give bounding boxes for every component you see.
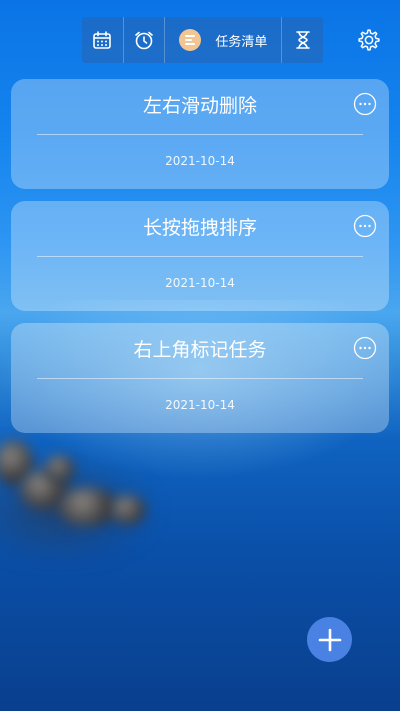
task-date: 2021-10-14 xyxy=(165,276,235,290)
card-divider xyxy=(37,378,363,379)
card-divider xyxy=(37,256,363,257)
list-avatar-icon xyxy=(179,29,202,51)
task-card[interactable]: 左右滑动删除 2021-10-14 xyxy=(11,79,389,189)
rock xyxy=(110,495,146,525)
task-more-button[interactable] xyxy=(353,336,377,360)
timer-button[interactable] xyxy=(282,17,323,63)
more-options-icon xyxy=(353,92,377,116)
alarm-button[interactable] xyxy=(124,17,166,63)
task-more-button[interactable] xyxy=(353,92,377,116)
task-list-tab[interactable]: 任务清单 xyxy=(165,17,283,63)
plus-icon xyxy=(318,628,341,651)
add-task-button[interactable] xyxy=(307,617,352,662)
more-options-icon xyxy=(353,214,377,238)
card-divider xyxy=(37,134,363,135)
task-title: 长按拖拽排序 xyxy=(142,217,257,239)
task-card[interactable]: 右上角标记任务 2021-10-14 xyxy=(11,323,389,433)
task-list-label: 任务清单 xyxy=(215,34,268,50)
more-options-icon xyxy=(353,336,377,360)
gear-icon xyxy=(358,29,380,51)
task-title: 右上角标记任务 xyxy=(133,339,267,361)
rock xyxy=(58,488,118,526)
settings-button[interactable] xyxy=(356,27,382,53)
task-card[interactable]: 长按拖拽排序 2021-10-14 xyxy=(11,201,389,311)
calendar-icon xyxy=(93,31,112,49)
task-date: 2021-10-14 xyxy=(165,154,235,168)
top-toolbar: 任务清单 xyxy=(82,17,323,63)
task-date: 2021-10-14 xyxy=(165,398,235,412)
calendar-button[interactable] xyxy=(82,17,124,63)
alarm-clock-icon xyxy=(135,31,153,50)
task-more-button[interactable] xyxy=(353,214,377,238)
task-title: 左右滑动删除 xyxy=(142,95,257,117)
hourglass-icon xyxy=(295,31,310,49)
rock xyxy=(45,455,75,483)
